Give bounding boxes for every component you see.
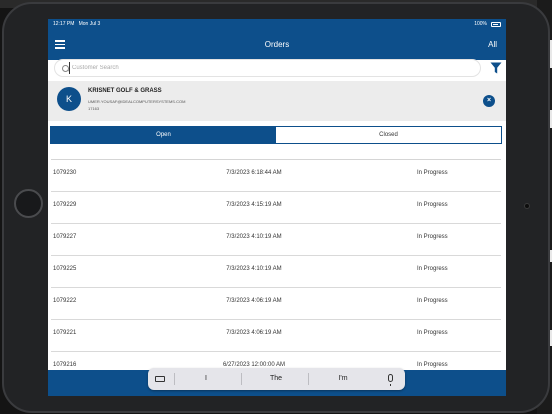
all-button[interactable]: All xyxy=(488,30,497,60)
divider xyxy=(241,373,242,385)
order-date: 7/3/2023 4:06:19 AM xyxy=(226,330,282,336)
tab-open[interactable]: Open xyxy=(51,127,276,143)
status-bar: 12:17 PM Mon Jul 3 100% xyxy=(48,19,506,30)
selected-customer-card[interactable]: K KRISNET GOLF & GRASS UMER.YOUSAF@IDEAL… xyxy=(48,81,506,121)
table-row[interactable]: 1079229 7/3/2023 4:15:19 AM In Progress xyxy=(48,192,506,224)
camera-icon xyxy=(524,203,530,209)
order-status: In Progress xyxy=(417,298,448,304)
order-status: In Progress xyxy=(417,362,448,368)
status-date: Mon Jul 3 xyxy=(78,21,101,27)
order-date: 7/3/2023 6:18:44 AM xyxy=(226,170,282,176)
nav-bar: Orders All xyxy=(48,30,506,60)
order-id: 1079230 xyxy=(53,170,77,176)
tab-closed[interactable]: Closed xyxy=(276,127,501,143)
search-icon xyxy=(62,65,69,72)
order-status: In Progress xyxy=(417,234,448,240)
home-button[interactable] xyxy=(14,189,43,218)
order-id: 1079216 xyxy=(53,362,77,368)
customer-id: 17163 xyxy=(88,106,100,111)
order-status: In Progress xyxy=(417,266,448,272)
order-id: 1079227 xyxy=(53,234,77,240)
table-row[interactable]: 1079221 7/3/2023 4:06:19 AM In Progress xyxy=(48,320,506,352)
keyboard-suggestion-bar: I The I'm xyxy=(148,368,405,390)
suggestion-3[interactable]: I'm xyxy=(323,368,363,390)
table-row[interactable]: 1079230 7/3/2023 6:18:44 AM In Progress xyxy=(48,160,506,192)
divider xyxy=(174,373,175,385)
order-status: In Progress xyxy=(417,202,448,208)
microphone-icon[interactable] xyxy=(388,374,393,386)
order-status: In Progress xyxy=(417,170,448,176)
status-segmented-control: Open Closed xyxy=(50,126,502,144)
suggestion-2[interactable]: The xyxy=(256,368,296,390)
suggestion-1[interactable]: I xyxy=(186,368,226,390)
avatar: K xyxy=(57,87,81,111)
status-time: 12:17 PM xyxy=(53,21,75,27)
order-date: 7/3/2023 4:10:19 AM xyxy=(226,266,282,272)
table-row[interactable]: 1079227 7/3/2023 4:10:19 AM In Progress xyxy=(48,224,506,256)
customer-email: UMER.YOUSAF@IDEALCOMPUTERSYSTEMS.COM xyxy=(88,99,186,104)
battery-icon xyxy=(491,22,501,27)
keyboard-icon[interactable] xyxy=(155,376,165,382)
order-id: 1079225 xyxy=(53,266,77,272)
app-screen: 12:17 PM Mon Jul 3 100% Orders All K KRI… xyxy=(48,19,506,396)
page-title: Orders xyxy=(264,40,290,49)
order-date: 7/3/2023 4:15:19 AM xyxy=(226,202,282,208)
customer-search-input[interactable] xyxy=(69,62,469,74)
table-row[interactable]: 1079225 7/3/2023 4:10:19 AM In Progress xyxy=(48,256,506,288)
order-id: 1079229 xyxy=(53,202,77,208)
divider xyxy=(308,373,309,385)
menu-icon[interactable] xyxy=(55,40,65,49)
order-id: 1079221 xyxy=(53,330,77,336)
order-id: 1079222 xyxy=(53,298,77,304)
order-status: In Progress xyxy=(417,330,448,336)
order-date: 7/3/2023 4:06:19 AM xyxy=(226,298,282,304)
order-date: 7/3/2023 4:10:19 AM xyxy=(226,234,282,240)
search-bar xyxy=(54,59,481,77)
close-icon[interactable]: × xyxy=(483,95,495,107)
customer-name: KRISNET GOLF & GRASS xyxy=(88,88,162,94)
filter-icon[interactable] xyxy=(490,62,502,74)
battery-percent: 100% xyxy=(474,21,487,27)
table-row[interactable]: 1079222 7/3/2023 4:06:19 AM In Progress xyxy=(48,288,506,320)
